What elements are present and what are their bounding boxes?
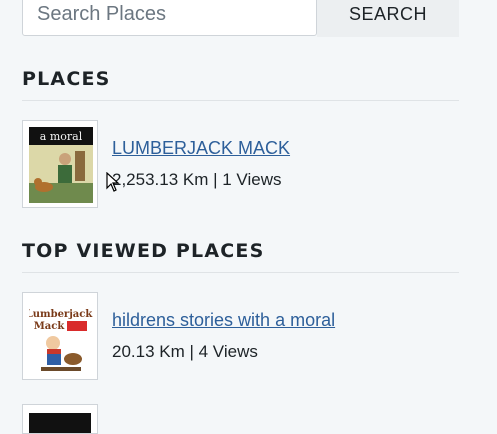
top-viewed-heading: TOP VIEWED PLACES <box>22 240 459 273</box>
top-viewed-thumbnail[interactable]: Lumberjack Mack <box>22 292 98 380</box>
top-viewed-image: Lumberjack Mack <box>29 299 93 375</box>
top-viewed-distance-views: 20.13 Km | 4 Views <box>112 342 258 361</box>
thumb-caption: a moral <box>40 130 83 143</box>
mouse-cursor-icon <box>106 172 120 192</box>
thumb-caption-line1: Lumberjack <box>29 309 93 320</box>
search-bar: SEARCH <box>22 0 459 38</box>
place-thumbnail[interactable]: a moral <box>22 120 98 208</box>
top-viewed-link[interactable]: hildrens stories with a moral <box>112 310 335 331</box>
place-item: a moral LUMBERJACK MACK 2,253.13 Km | 1 … <box>22 120 459 210</box>
search-input[interactable] <box>22 0 317 36</box>
top-viewed-item: Lumberjack Mack hildrens stories with a … <box>22 292 459 382</box>
place-distance-views: 2,253.13 Km | 1 Views <box>112 170 282 189</box>
place-image: a moral <box>29 127 93 203</box>
thumb-caption-line2: Mack <box>34 321 66 332</box>
places-heading: PLACES <box>22 68 459 101</box>
search-button[interactable]: SEARCH <box>317 0 459 37</box>
place-link[interactable]: LUMBERJACK MACK <box>112 138 290 159</box>
top-viewed-thumbnail-partial[interactable] <box>22 404 98 434</box>
